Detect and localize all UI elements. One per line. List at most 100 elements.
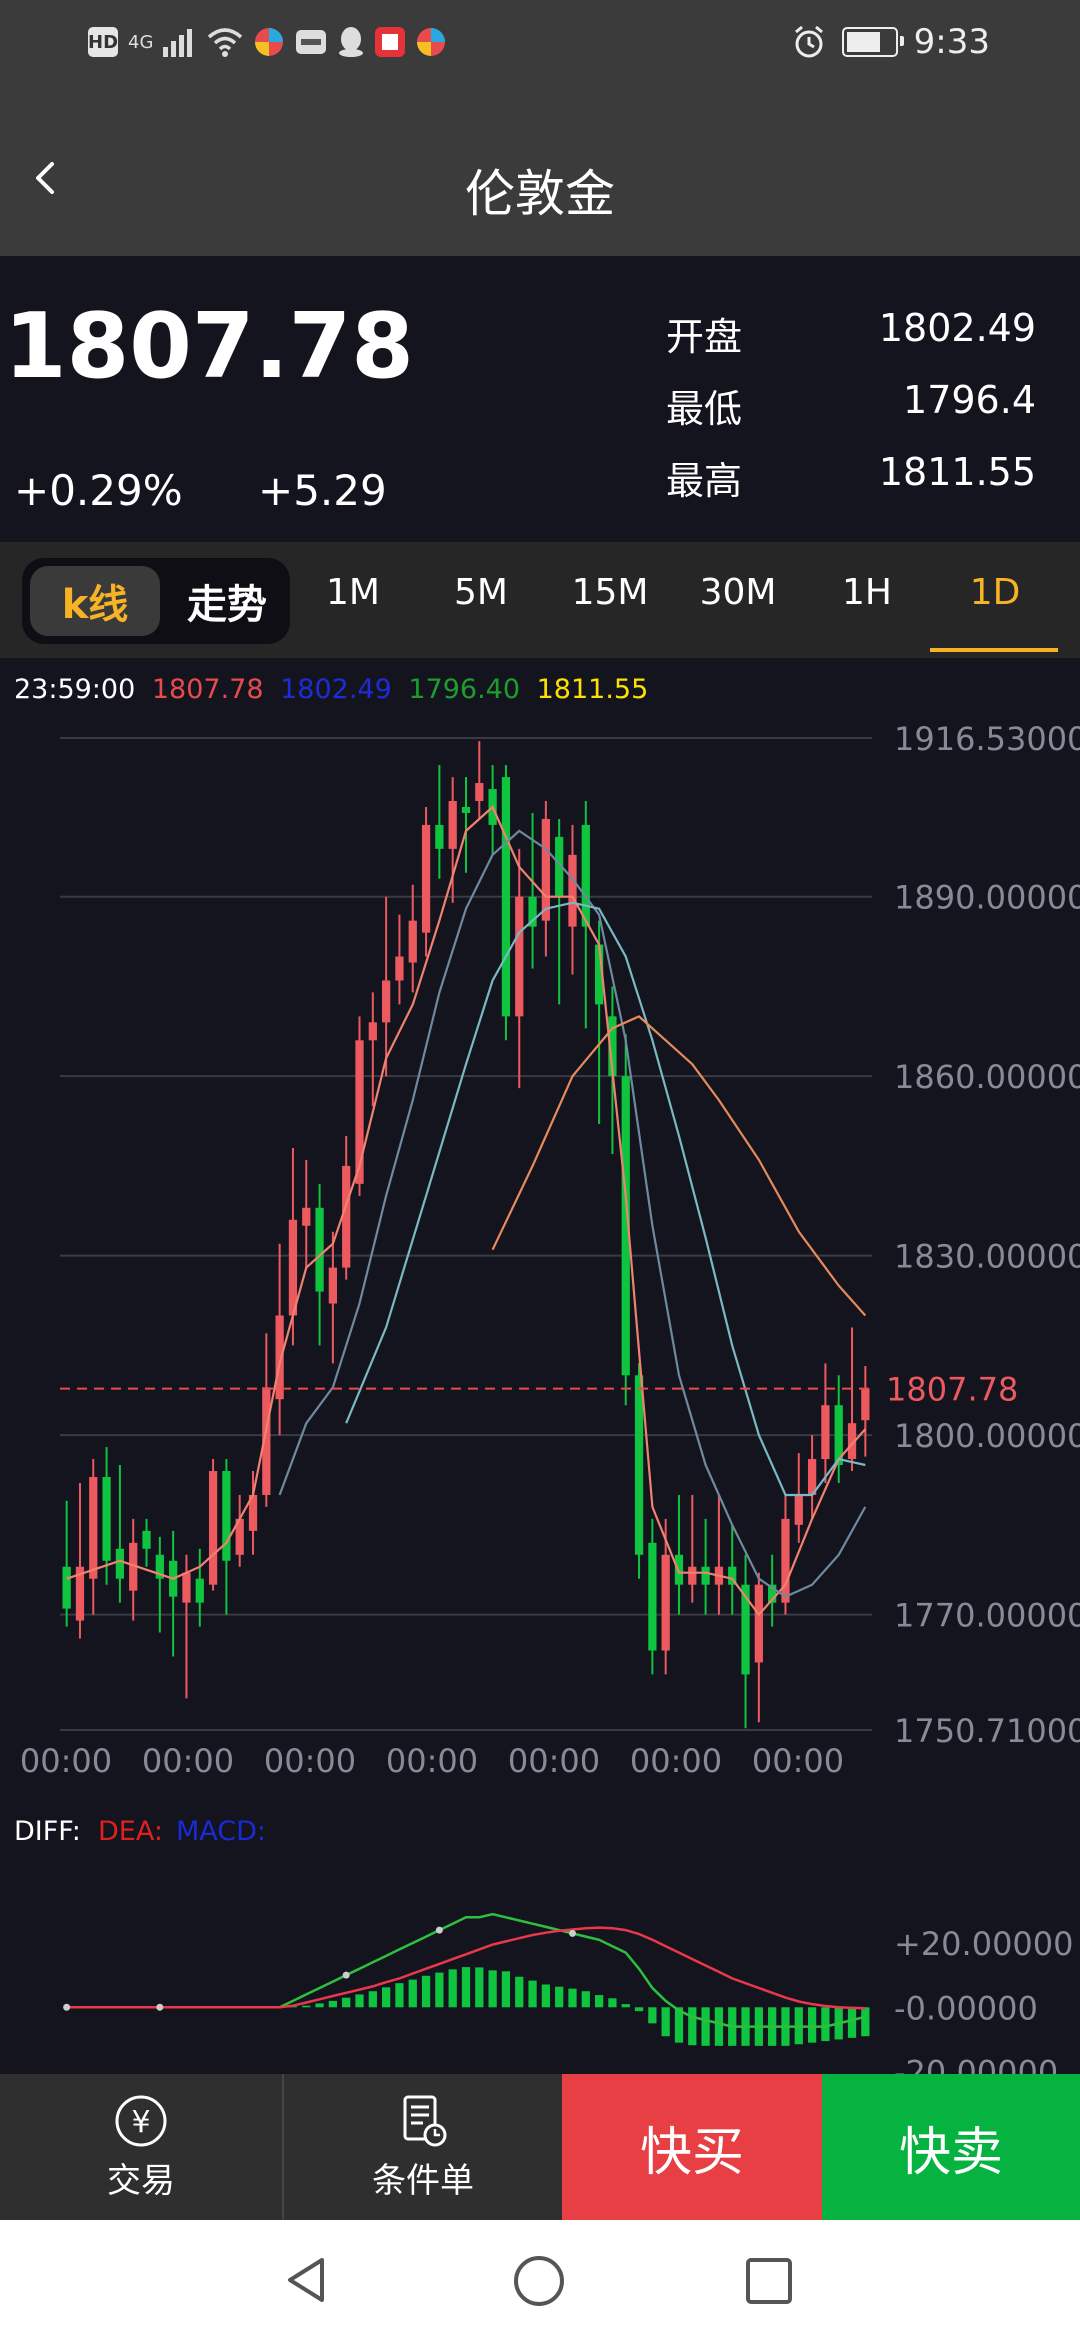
wifi-icon [208, 28, 243, 57]
x-tick-label: 00:00 [142, 1742, 234, 1780]
candle-body [515, 896, 524, 1017]
change-percent: +0.29% [14, 466, 183, 515]
candle-body [701, 1566, 710, 1585]
status-right: 9:33 [792, 18, 990, 66]
candle-body [408, 920, 417, 963]
quick-sell-button[interactable]: 快卖 [822, 2074, 1080, 2220]
candle-body [275, 1315, 284, 1400]
candle-body [328, 1267, 338, 1304]
candle-body [794, 1494, 803, 1525]
current-price-label: 1807.78 [886, 1371, 1018, 1409]
chart-tab-bar: k线 走势 1M 5M 15M 30M 1H 1D [0, 542, 1080, 658]
nav-back-icon[interactable] [282, 2254, 334, 2306]
clock-time: 9:33 [913, 22, 990, 62]
tab-trend[interactable]: 走势 [172, 566, 282, 636]
macd-y-tick-label: -0.00000 [894, 1989, 1038, 2027]
tab-period-1d[interactable]: 1D [954, 572, 1036, 628]
candle-body [395, 956, 404, 981]
stat-label: 最高 [666, 459, 743, 503]
network-type-label: 4G [128, 31, 154, 53]
stat-value: 1802.49 [878, 306, 1036, 350]
trade-label: 交易 [107, 2160, 175, 2201]
macd-histogram-bar [488, 1970, 497, 2008]
macd-histogram-bar [861, 2007, 870, 2037]
tab-period-1m[interactable]: 1M [312, 572, 394, 628]
macd-histogram-bar [368, 1991, 377, 2008]
candle-body [222, 1471, 231, 1561]
candle-body [754, 1584, 763, 1663]
macd-point [63, 2003, 71, 2011]
candle-body [208, 1471, 218, 1585]
x-tick-label: 00:00 [752, 1742, 844, 1780]
quick-buy-button[interactable]: 快买 [562, 2074, 822, 2220]
y-tick-label: 1770.00000 [894, 1597, 1080, 1635]
macd-histogram-bar [328, 2000, 338, 2008]
bottom-action-bar: ¥ 交易 条件单 快买 快卖 [0, 2074, 1080, 2220]
hd-badge: HD [88, 27, 118, 57]
trade-button[interactable]: ¥ 交易 [0, 2074, 284, 2220]
macd-histogram-bar [315, 2003, 324, 2008]
candle-body [62, 1566, 71, 1609]
tab-period-30m[interactable]: 30M [692, 572, 784, 628]
status-left: HD 4G [88, 22, 447, 62]
y-tick-label: 1750.71000 [894, 1712, 1080, 1750]
x-tick-label: 00:00 [508, 1742, 600, 1780]
x-tick-label: 00:00 [630, 1742, 722, 1780]
stat-label: 开盘 [666, 315, 743, 359]
app-icon [255, 28, 284, 56]
macd-histogram-bar [408, 1979, 417, 2008]
nav-recents-icon[interactable] [744, 2256, 794, 2306]
candle-body [421, 824, 431, 933]
candle-body [368, 1022, 377, 1041]
candle-body [461, 806, 471, 813]
candle-body [541, 818, 550, 921]
x-tick-label: 00:00 [386, 1742, 478, 1780]
macd-histogram-bar [594, 1995, 604, 2008]
macd-y-tick-label: +20.00000 [894, 1925, 1074, 1963]
y-tick-label: 1800.00000 [894, 1417, 1080, 1455]
status-bar: HD 4G 9:33 [0, 0, 1080, 84]
candle-body [182, 1572, 191, 1603]
candle-body [448, 800, 457, 849]
macd-histogram-bar [568, 1988, 577, 2008]
x-tick-label: 00:00 [264, 1742, 356, 1780]
chart-area[interactable]: 23:59:00 1807.78 1802.49 1796.40 1811.55… [0, 658, 1080, 2074]
candle-body [89, 1477, 98, 1579]
candle-body [581, 824, 590, 927]
candle-body [781, 1518, 790, 1603]
candle-body [102, 1477, 111, 1561]
nav-home-icon[interactable] [512, 2254, 566, 2308]
candle-body [821, 1405, 830, 1460]
macd-histogram-bar [515, 1976, 524, 2008]
candle-body [661, 1554, 670, 1651]
tab-period-1h[interactable]: 1H [826, 572, 908, 628]
macd-label-dea: DEA: [98, 1816, 163, 1847]
tab-period-15m[interactable]: 15M [564, 572, 656, 628]
macd-histogram-bar [807, 2007, 817, 2043]
macd-histogram-bar [355, 1994, 364, 2008]
candlestick-chart[interactable]: 1916.53000 1890.00000 1860.00000 1830.00000… [0, 658, 1080, 2074]
candle-body [195, 1578, 204, 1603]
y-tick-label: 1830.00000 [894, 1238, 1080, 1276]
moving-average-line [491, 1015, 867, 1317]
condition-order-button[interactable]: 条件单 [284, 2074, 562, 2220]
tab-kline[interactable]: k线 [30, 566, 160, 636]
moving-average-line [345, 901, 866, 1497]
macd-label-diff: DIFF: [14, 1816, 81, 1847]
tab-period-5m[interactable]: 5M [440, 572, 522, 628]
moving-average-line [66, 805, 867, 1617]
system-nav-bar [0, 2220, 1080, 2340]
candle-body [688, 1566, 697, 1585]
macd-y-tick-label: -20.00000 [894, 2054, 1058, 2074]
stat-value: 1796.4 [903, 378, 1036, 422]
macd-histogram-bar [461, 1967, 471, 2008]
y-tick-label: 1916.53000 [894, 720, 1080, 758]
candle-body [142, 1530, 151, 1549]
yen-symbol: ¥ [131, 2105, 150, 2140]
macd-label-macd: MACD: [176, 1816, 266, 1847]
y-tick-label: 1860.00000 [894, 1058, 1080, 1096]
app-icon [375, 27, 406, 57]
chart-mode-toggle: k线 走势 [22, 558, 290, 644]
qq-icon [339, 27, 364, 57]
macd-histogram-bar [821, 2007, 830, 2042]
